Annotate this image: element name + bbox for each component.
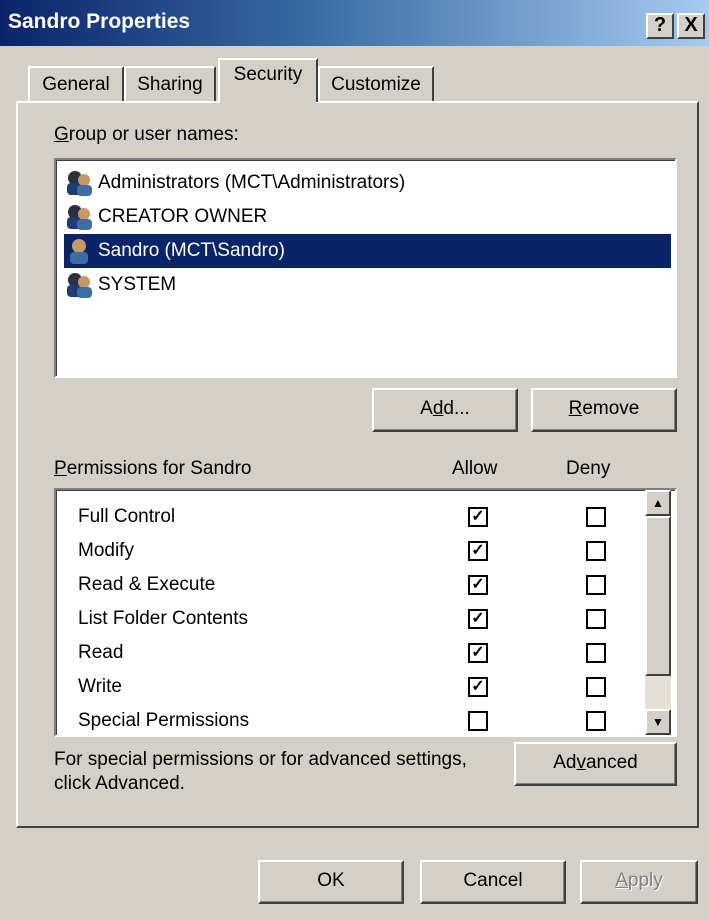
permissions-scrollbar[interactable]: ▲ ▼	[645, 490, 671, 735]
permission-name: Full Control	[78, 506, 176, 527]
groups-list[interactable]: Administrators (MCT\Administrators) CREA…	[54, 158, 677, 378]
group-users-icon	[67, 204, 92, 230]
group-users-icon	[67, 170, 92, 196]
allow-header: Allow	[452, 458, 498, 479]
scroll-thumb[interactable]	[645, 516, 671, 676]
tab-sharing[interactable]: Sharing	[124, 66, 216, 102]
list-item[interactable]: Administrators (MCT\Administrators)	[64, 166, 405, 200]
permission-row: Read ✓	[78, 636, 638, 670]
deny-checkbox[interactable]	[586, 643, 606, 663]
deny-checkbox[interactable]	[586, 711, 606, 731]
allow-checkbox[interactable]: ✓	[468, 541, 488, 561]
deny-checkbox[interactable]	[586, 507, 606, 527]
permission-name: Write	[78, 676, 122, 697]
list-item-selected[interactable]: Sandro (MCT\Sandro)	[64, 234, 671, 268]
deny-checkbox[interactable]	[586, 677, 606, 697]
list-item[interactable]: SYSTEM	[64, 268, 176, 302]
permissions-list[interactable]: Full Control ✓ Modify ✓ Read & Execute ✓…	[54, 488, 677, 737]
cancel-button[interactable]: Cancel	[420, 860, 566, 904]
permission-row: Full Control ✓	[78, 500, 638, 534]
permission-row: Modify ✓	[78, 534, 638, 568]
scroll-up-icon[interactable]: ▲	[645, 490, 671, 516]
tab-general[interactable]: General	[28, 66, 124, 102]
allow-checkbox[interactable]	[468, 711, 488, 731]
active-tab-joiner	[220, 99, 316, 105]
scroll-down-icon[interactable]: ▼	[645, 709, 671, 735]
permission-row: Write ✓	[78, 670, 638, 704]
list-item[interactable]: CREATOR OWNER	[64, 200, 267, 234]
permission-row: Special Permissions	[78, 704, 638, 735]
advanced-button[interactable]: Advanced	[514, 742, 677, 786]
window-title: Sandro Properties	[8, 10, 191, 33]
allow-checkbox[interactable]: ✓	[468, 677, 488, 697]
group-users-icon	[67, 272, 92, 298]
advanced-note: For special permissions or for advanced …	[54, 749, 467, 794]
allow-checkbox[interactable]: ✓	[468, 643, 488, 663]
permission-name: Read & Execute	[78, 574, 216, 595]
permission-name: Modify	[78, 540, 134, 561]
tab-customize[interactable]: Customize	[318, 66, 434, 102]
permission-name: List Folder Contents	[78, 608, 249, 629]
help-button[interactable]: ?	[646, 13, 674, 39]
deny-header: Deny	[566, 458, 611, 479]
allow-checkbox[interactable]: ✓	[468, 609, 488, 629]
apply-button[interactable]: Apply	[580, 860, 698, 904]
add-button[interactable]: Add...	[372, 388, 518, 432]
title-bar: Sandro Properties ? X	[0, 0, 709, 46]
close-button[interactable]: X	[677, 13, 705, 39]
permissions-label: Permissions for Sandro	[54, 458, 252, 479]
remove-button[interactable]: Remove	[531, 388, 677, 432]
group-name: Administrators (MCT\Administrators)	[98, 172, 406, 193]
deny-checkbox[interactable]	[586, 575, 606, 595]
permission-name: Special Permissions	[78, 710, 250, 731]
ok-button[interactable]: OK	[258, 860, 404, 904]
deny-checkbox[interactable]	[586, 541, 606, 561]
permission-row: List Folder Contents ✓	[78, 602, 638, 636]
tab-security[interactable]: Security	[218, 58, 318, 102]
user-icon	[70, 238, 88, 264]
user-name: Sandro (MCT\Sandro)	[98, 240, 285, 261]
permission-name: Read	[78, 642, 124, 663]
allow-checkbox[interactable]: ✓	[468, 575, 488, 595]
allow-checkbox[interactable]: ✓	[468, 507, 488, 527]
permission-row: Read & Execute ✓	[78, 568, 638, 602]
group-name: CREATOR OWNER	[98, 206, 268, 227]
groups-label: Group or user names:	[54, 124, 239, 145]
deny-checkbox[interactable]	[586, 609, 606, 629]
group-name: SYSTEM	[98, 274, 177, 295]
